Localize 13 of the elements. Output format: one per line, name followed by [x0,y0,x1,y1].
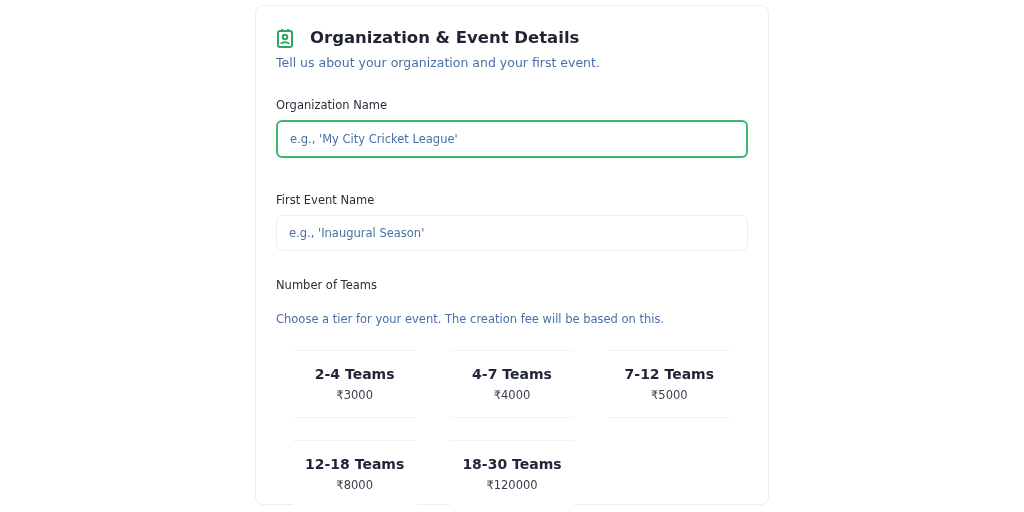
section-title: Organization & Event Details [310,28,580,48]
tier-option[interactable]: 2-4 Teams ₹3000 [292,349,417,418]
hint-text: Choose a tier for your event. The creation fee will be based on this. [276,310,666,328]
tier-option[interactable]: 18-30 Teams ₹120000 [450,439,574,505]
field-label: Number of Teams [276,277,378,295]
tier-option[interactable]: 12-18 Teams ₹8000 [292,439,417,505]
id-badge-icon [276,28,294,48]
input-field[interactable]: e.g., 'My City Cricket League' [276,120,748,158]
tier-option[interactable]: 7-12 Teams ₹5000 [607,349,732,418]
section-subtitle: Tell us about your organization and your first event. [276,54,601,72]
tier-option[interactable]: 4-7 Teams ₹4000 [450,349,574,418]
field-label: First Event Name [276,192,376,209]
field-label: Organization Name [276,96,389,114]
